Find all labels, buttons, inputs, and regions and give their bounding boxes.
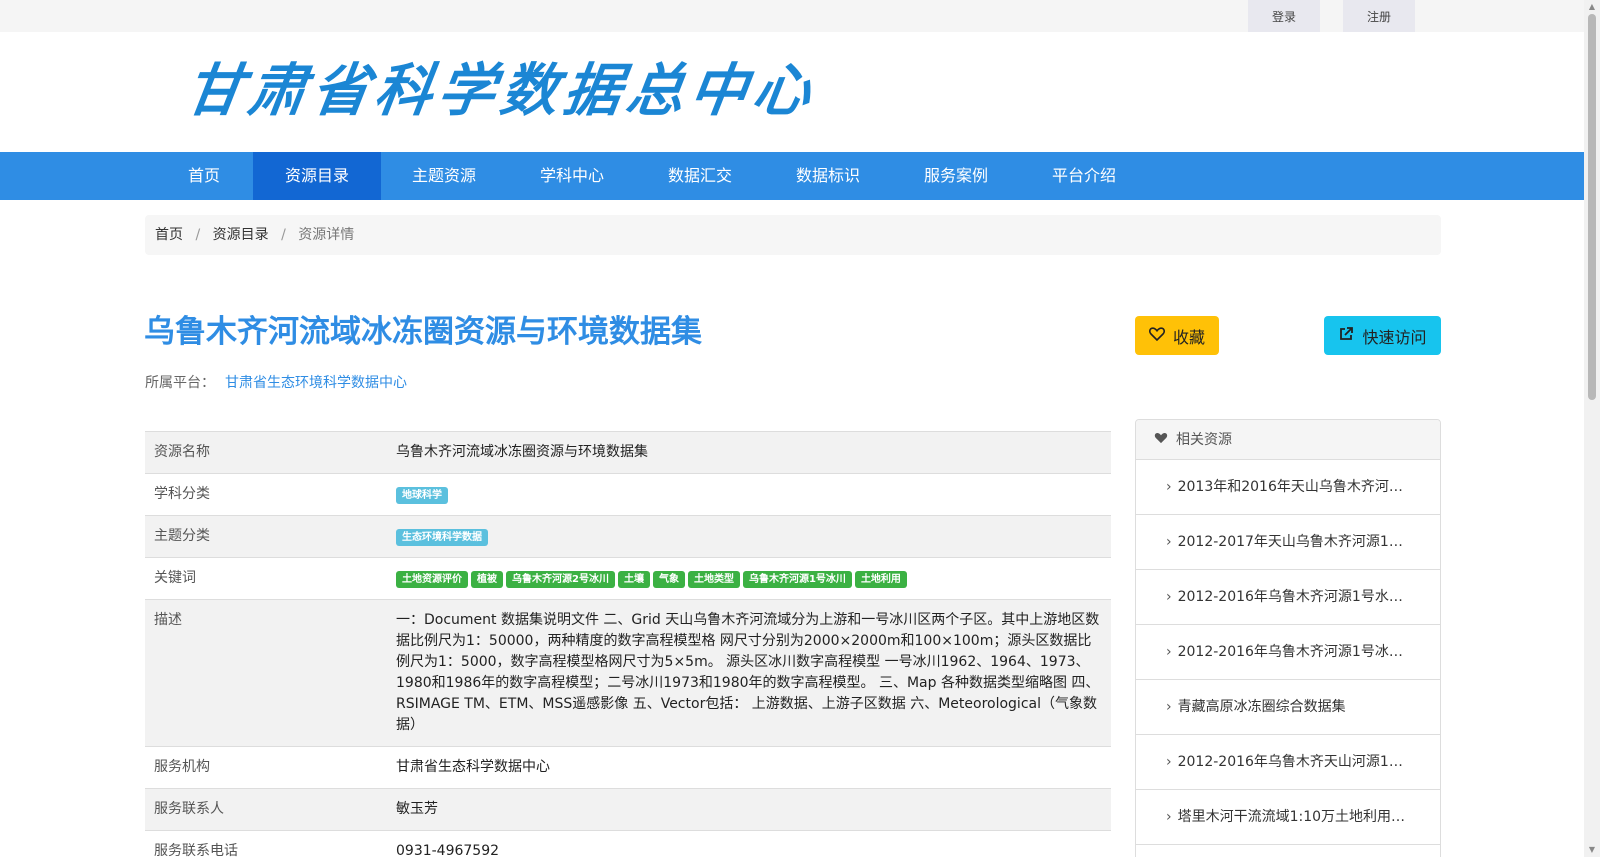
related-item[interactable]: › 塔里木河干流流域1:10万土地利用…	[1136, 790, 1440, 845]
nav-item-data-submission[interactable]: 数据汇交	[637, 152, 763, 200]
external-link-icon	[1338, 326, 1354, 346]
chevron-right-icon: ›	[1166, 589, 1172, 605]
site-logo-text: 甘肃省科学数据总中心	[181, 58, 821, 124]
breadcrumb-separator: /	[195, 227, 201, 243]
table-row: 服务联系人 敏玉芳	[145, 788, 1111, 831]
discipline-tag[interactable]: 地球科学	[396, 487, 448, 504]
related-item-label: 塔里木河干流流域1:10万土地利用…	[1177, 809, 1406, 825]
scrollbar-thumb[interactable]	[1588, 14, 1596, 400]
main-nav: 首页 资源目录 主题资源 学科中心 数据汇交 数据标识 服务案例 平台介绍	[0, 152, 1584, 200]
keyword-tag[interactable]: 土壤	[617, 571, 650, 588]
related-resources-panel: 相关资源 › 2013年和2016年天山乌鲁木齐河… › 2012-2017年天山乌…	[1135, 419, 1441, 857]
row-value: 0931-4967592	[387, 830, 1111, 857]
related-item-label: 2012-2016年乌鲁木齐河源1号冰…	[1177, 644, 1403, 660]
related-item-label: 青藏高原冰冻圈综合数据集	[1177, 699, 1346, 715]
scroll-up-icon[interactable]: ▲	[1586, 2, 1598, 12]
nav-item-about[interactable]: 平台介绍	[1021, 152, 1147, 200]
nav-item-cases[interactable]: 服务案例	[893, 152, 1019, 200]
related-resources-title: 相关资源	[1176, 431, 1232, 448]
nav-item-data-identifier[interactable]: 数据标识	[765, 152, 891, 200]
related-item[interactable]: › 2012-2017年天山乌鲁木齐河源1…	[1136, 515, 1440, 570]
keyword-tag[interactable]: 乌鲁木齐河源1号冰川	[742, 571, 852, 588]
table-row: 关键词 土地资源评价 植被 乌鲁木齐河源2号冰川 土壤 气象 土地类型 乌鲁木齐河源1号冰川…	[145, 557, 1111, 600]
breadcrumb-home[interactable]: 首页	[155, 227, 183, 243]
chevron-right-icon: ›	[1166, 754, 1172, 770]
favorite-label: 收藏	[1172, 327, 1205, 347]
table-row: 资源名称 乌鲁木齐河流域冰冻圈资源与环境数据集	[145, 431, 1111, 474]
related-item-label: 2012-2017年天山乌鲁木齐河源1…	[1177, 534, 1403, 550]
scroll-down-icon[interactable]: ▼	[1586, 845, 1598, 855]
keyword-tag[interactable]: 气象	[652, 571, 685, 588]
quick-visit-button[interactable]: 快速访问	[1324, 316, 1441, 355]
nav-item-catalog[interactable]: 资源目录	[253, 152, 381, 200]
row-value: 甘肃省生态科学数据中心	[387, 746, 1111, 789]
table-row: 服务机构 甘肃省生态科学数据中心	[145, 746, 1111, 789]
related-item[interactable]: › 青藏高原冰冻圈综合数据集	[1136, 680, 1440, 735]
row-label: 服务机构	[145, 746, 387, 789]
related-item-label: 2012-2016年乌鲁木齐河源1号水…	[1177, 589, 1403, 605]
row-label: 服务联系电话	[145, 830, 387, 857]
row-label: 服务联系人	[145, 788, 387, 831]
chevron-right-icon: ›	[1166, 809, 1172, 825]
site-logo[interactable]: 甘肃省科学数据总中心	[181, 58, 926, 124]
register-button[interactable]: 注册	[1343, 0, 1415, 32]
related-item[interactable]: › 2012-2016年乌鲁木齐河源1号水…	[1136, 570, 1440, 625]
breadcrumb-catalog[interactable]: 资源目录	[213, 227, 269, 243]
row-label: 描述	[145, 599, 387, 747]
chevron-right-icon: ›	[1166, 644, 1172, 660]
quick-visit-label: 快速访问	[1362, 327, 1427, 347]
row-label: 关键词	[145, 557, 387, 600]
keyword-tag[interactable]: 乌鲁木齐河源2号冰川	[506, 571, 615, 588]
related-item[interactable]: › 2013年和2016年天山乌鲁木齐河…	[1136, 460, 1440, 515]
row-label: 资源名称	[145, 431, 387, 474]
row-value: 敏玉芳	[387, 788, 1111, 831]
breadcrumb: 首页 / 资源目录 / 资源详情	[145, 215, 1441, 255]
keyword-tag[interactable]: 植被	[471, 571, 503, 588]
heart-icon	[1154, 420, 1168, 460]
description-text: 一：Document 数据集说明文件 二、Grid 天山乌鲁木齐河流域分为上游和…	[387, 599, 1111, 747]
breadcrumb-separator: /	[281, 227, 286, 243]
resource-info-table: 资源名称 乌鲁木齐河流域冰冻圈资源与环境数据集 学科分类 地球科学 主题分类 生…	[145, 431, 1111, 857]
table-row: 服务联系电话 0931-4967592	[145, 830, 1111, 857]
related-item[interactable]: › 2012-2016年乌鲁木齐天山河源1…	[1136, 735, 1440, 790]
chevron-right-icon: ›	[1166, 479, 1172, 495]
top-bar: 登录 注册	[0, 0, 1584, 32]
table-row: 主题分类 生态环境科学数据	[145, 515, 1111, 558]
row-value: 土地资源评价 植被 乌鲁木齐河源2号冰川 土壤 气象 土地类型 乌鲁木齐河源1号冰川 土地利用	[387, 557, 1111, 600]
table-row: 描述 一：Document 数据集说明文件 二、Grid 天山乌鲁木齐河流域分为…	[145, 599, 1111, 747]
row-value: 乌鲁木齐河流域冰冻圈资源与环境数据集	[387, 431, 1111, 474]
keyword-tag[interactable]: 土地类型	[687, 571, 740, 588]
nav-item-disciplines[interactable]: 学科中心	[509, 152, 635, 200]
login-button[interactable]: 登录	[1248, 0, 1320, 32]
chevron-right-icon: ›	[1166, 699, 1172, 715]
breadcrumb-current: 资源详情	[298, 227, 355, 243]
platform-link[interactable]: 甘肃省生态环境科学数据中心	[225, 375, 407, 391]
related-resources-header: 相关资源	[1136, 420, 1440, 460]
chevron-right-icon: ›	[1166, 534, 1172, 550]
page: 登录 注册 甘肃省科学数据总中心 首页 资源目录 主题资源 学科中心 数据汇交 …	[0, 0, 1600, 857]
row-label: 主题分类	[145, 515, 387, 558]
related-item-label: 2013年和2016年天山乌鲁木齐河…	[1177, 479, 1403, 495]
related-item[interactable]: › 2012-2016年乌鲁木齐河源1号冰…	[1136, 625, 1440, 680]
topic-tag[interactable]: 生态环境科学数据	[396, 529, 488, 546]
platform-label: 所属平台：	[145, 375, 215, 391]
nav-item-topics[interactable]: 主题资源	[381, 152, 507, 200]
row-value: 地球科学	[387, 473, 1111, 516]
related-item-label: 2012-2016年乌鲁木齐天山河源1…	[1177, 754, 1403, 770]
keyword-tag[interactable]: 土地利用	[854, 571, 907, 588]
keyword-tag[interactable]: 土地资源评价	[396, 571, 468, 588]
row-label: 学科分类	[145, 473, 387, 516]
page-title: 乌鲁木齐河流域冰冻圈资源与环境数据集	[144, 314, 702, 350]
heart-outline-icon	[1148, 326, 1165, 345]
row-value: 生态环境科学数据	[387, 515, 1111, 558]
nav-item-home[interactable]: 首页	[160, 152, 248, 200]
platform-info: 所属平台： 甘肃省生态环境科学数据中心	[145, 372, 407, 392]
table-row: 学科分类 地球科学	[145, 473, 1111, 516]
favorite-button[interactable]: 收藏	[1135, 316, 1219, 355]
